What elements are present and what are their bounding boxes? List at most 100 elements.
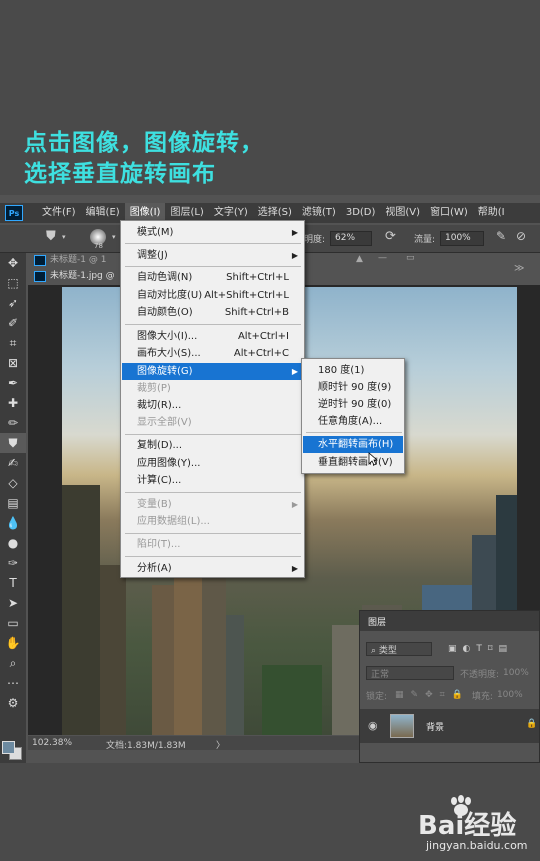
fill-label: 填充: <box>471 691 493 702</box>
foreground-color-swatch[interactable] <box>2 741 15 754</box>
menu-item-auto-color[interactable]: 自动颜色(O) Shift+Ctrl+B <box>122 304 303 321</box>
dodge-tool-icon[interactable]: ● <box>0 533 26 553</box>
layers-panel-title[interactable]: 图层 <box>360 611 539 631</box>
menu-window[interactable]: 窗口(W) <box>425 203 473 223</box>
quick-select-tool-icon[interactable]: ✐ <box>0 313 26 333</box>
clone-stamp-tool-icon[interactable]: ⛊ <box>0 433 26 453</box>
gradient-tool-icon[interactable]: ▤ <box>0 493 26 513</box>
layer-filter-select[interactable]: ⌕ 类型 <box>366 642 432 656</box>
visibility-eye-icon[interactable]: ◉ <box>368 719 378 732</box>
menu-item-auto-tone[interactable]: 自动色调(N) Shift+Ctrl+L <box>122 269 303 286</box>
lock-icons[interactable]: ▦✎✥⌗🔒 <box>395 690 470 700</box>
zoom-level[interactable]: 102.38% <box>32 738 72 748</box>
menu-item-adjustments[interactable]: 调整(J) ▶ <box>122 247 303 264</box>
menu-item-image-rotation[interactable]: 图像旋转(G) ▶ <box>122 363 303 380</box>
tab-untitled-1-jpg[interactable]: 未标题-1.jpg @ <box>32 269 115 284</box>
layers-panel: 图层 ⌕ 类型 ▣◐T⌑▤ 正常 不透明度: 100% 锁定: ▦✎✥⌗🔒 填充… <box>359 610 540 763</box>
frame-tool-icon[interactable]: ⊠ <box>0 353 26 373</box>
marquee-tool-icon[interactable]: ⬚ <box>0 273 26 293</box>
lock-row: 锁定: ▦✎✥⌗🔒 填充: 100% <box>366 687 523 703</box>
zoom-tool-icon[interactable]: ⌕ <box>0 653 26 673</box>
mouse-cursor-icon <box>368 452 378 466</box>
crop-tool-icon[interactable]: ⌗ <box>0 333 26 353</box>
panel-collapse-icon[interactable]: ▲ <box>356 254 363 264</box>
ps-file-icon <box>34 255 46 266</box>
menu-view[interactable]: 视图(V) <box>380 203 425 223</box>
rectangle-tool-icon[interactable]: ▭ <box>0 613 26 633</box>
lasso-tool-icon[interactable]: ➶ <box>0 293 26 313</box>
menu-item-calculations[interactable]: 计算(C)... <box>122 472 303 489</box>
history-brush-tool-icon[interactable]: ✍ <box>0 453 26 473</box>
instruction-caption: 点击图像，图像旋转， 选择垂直旋转画布 <box>24 128 264 190</box>
menu-item-crop[interactable]: 裁剪(P) <box>122 380 303 397</box>
menu-file[interactable]: 文件(F) <box>37 203 81 223</box>
menu-item-auto-contrast[interactable]: 自动对比度(U) Alt+Shift+Ctrl+L <box>122 287 303 304</box>
submenu-item-90-cw[interactable]: 顺时针 90 度(9) <box>303 379 403 396</box>
panel-menu-icon[interactable]: ≫ <box>514 263 524 274</box>
filter-icons[interactable]: ▣◐T⌑▤ <box>448 644 513 654</box>
brush-tool-icon[interactable]: ✏ <box>0 413 26 433</box>
tab-untitled-1[interactable]: 未标题-1 @ 1 <box>32 253 106 268</box>
menu-item-image-size[interactable]: 图像大小(I)... Alt+Ctrl+I <box>122 328 303 345</box>
path-select-tool-icon[interactable]: ➤ <box>0 593 26 613</box>
layer-opacity-value[interactable]: 100% <box>503 668 529 678</box>
menu-3d[interactable]: 3D(D) <box>341 203 381 223</box>
pen-tool-icon[interactable]: ✑ <box>0 553 26 573</box>
menu-item-analysis[interactable]: 分析(A) ▶ <box>122 560 303 577</box>
submenu-item-180[interactable]: 180 度(1) <box>303 362 403 379</box>
opacity-label: 明度: <box>304 235 326 245</box>
image-rotation-submenu: 180 度(1) 顺时针 90 度(9) 逆时针 90 度(0) 任意角度(A)… <box>301 358 405 474</box>
menu-help[interactable]: 帮助(I <box>473 203 510 223</box>
menu-item-variables[interactable]: 变量(B) ▶ <box>122 496 303 513</box>
submenu-arrow-icon: ▶ <box>291 251 298 260</box>
opacity-label: 不透明度: <box>460 669 500 680</box>
eyedropper-tool-icon[interactable]: ✒ <box>0 373 26 393</box>
brush-dropdown-icon[interactable]: ▾ <box>112 233 116 241</box>
airbrush-icon[interactable]: ✎ <box>496 229 506 243</box>
watermark-logo: Bai经验 <box>418 811 517 841</box>
eraser-tool-icon[interactable]: ◇ <box>0 473 26 493</box>
submenu-arrow-icon: ▶ <box>291 500 298 509</box>
menu-item-trim[interactable]: 裁切(R)... <box>122 397 303 414</box>
submenu-item-flip-vertical[interactable]: 垂直翻转画布(V) <box>303 454 403 471</box>
menu-item-mode[interactable]: 模式(M) ▶ <box>122 224 303 241</box>
menu-item-trap[interactable]: 陷印(T)... <box>122 536 303 553</box>
submenu-item-arbitrary[interactable]: 任意角度(A)... <box>303 413 403 430</box>
blend-mode-select[interactable]: 正常 <box>366 666 454 680</box>
healing-brush-tool-icon[interactable]: ✚ <box>0 393 26 413</box>
hand-tool-icon[interactable]: ✋ <box>0 633 26 653</box>
submenu-arrow-icon: ▶ <box>291 564 298 573</box>
edit-toolbar-icon[interactable]: ⚙ <box>0 693 26 713</box>
type-tool-icon[interactable]: T <box>0 573 26 593</box>
angle-icon[interactable]: ⊘ <box>516 229 526 243</box>
ps-logo-icon: Ps <box>5 205 23 221</box>
menu-item-canvas-size[interactable]: 画布大小(S)... Alt+Ctrl+C <box>122 345 303 362</box>
menu-divider <box>306 432 402 433</box>
dropdown-arrow-icon[interactable]: ▾ <box>62 233 66 241</box>
more-tools-icon[interactable]: ⋯ <box>0 673 26 693</box>
menu-divider <box>125 266 301 267</box>
status-arrow-icon[interactable]: 〉 <box>216 738 225 751</box>
ps-file-icon <box>34 271 46 282</box>
menu-item-duplicate[interactable]: 复制(D)... <box>122 437 303 454</box>
blur-tool-icon[interactable]: 💧 <box>0 513 26 533</box>
minimize-icon[interactable]: — <box>378 253 387 263</box>
pressure-opacity-icon[interactable]: ⟳ <box>385 229 396 244</box>
restore-icon[interactable]: ▭ <box>406 253 415 263</box>
opacity-input[interactable]: 62% <box>330 231 372 246</box>
menu-item-reveal-all[interactable]: 显示全部(V) <box>122 414 303 431</box>
submenu-item-90-ccw[interactable]: 逆时针 90 度(0) <box>303 396 403 413</box>
move-tool-icon[interactable]: ✥ <box>0 253 26 273</box>
menu-item-apply-data-set[interactable]: 应用数据组(L)... <box>122 513 303 530</box>
caption-line-2: 选择垂直旋转画布 <box>24 161 216 187</box>
fill-value[interactable]: 100% <box>497 690 523 700</box>
menu-edit[interactable]: 编辑(E) <box>81 203 125 223</box>
menu-divider <box>125 434 301 435</box>
blend-row: 正常 不透明度: 100% <box>366 665 529 681</box>
submenu-item-flip-horizontal[interactable]: 水平翻转画布(H) <box>303 436 403 453</box>
flow-input[interactable]: 100% <box>440 231 484 246</box>
stamp-tool-icon[interactable]: ⛊ <box>46 229 56 244</box>
layer-background[interactable]: ◉ 背景 🔒 <box>360 709 539 743</box>
lock-label: 锁定: <box>366 691 388 702</box>
menu-item-apply-image[interactable]: 应用图像(Y)... <box>122 455 303 472</box>
